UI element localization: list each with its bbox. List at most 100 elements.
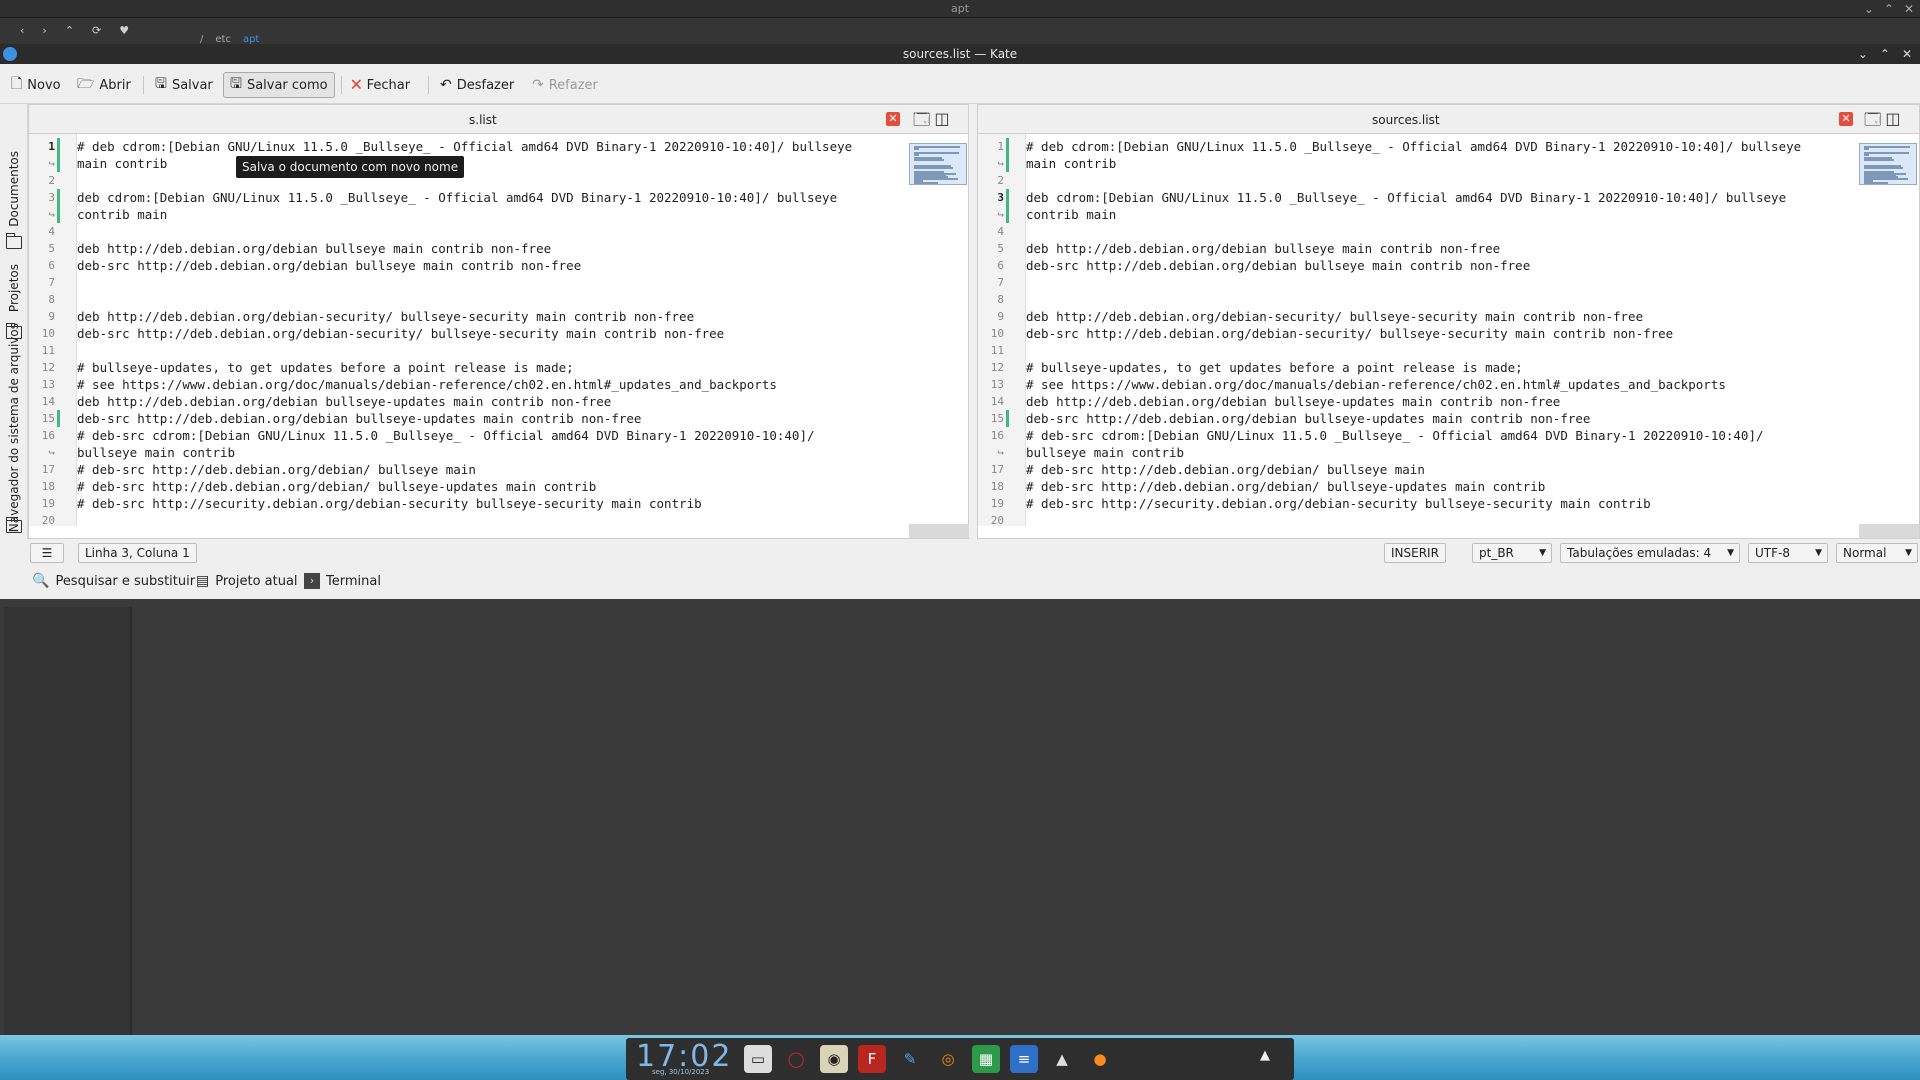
save-as-button[interactable]: 🖫 Salvar como xyxy=(223,72,335,98)
reload-icon[interactable]: ⟳ xyxy=(92,24,101,37)
split-view-icon[interactable]: ◫ xyxy=(934,109,949,136)
sidebar-toggle-icon[interactable]: ☰ xyxy=(30,543,64,563)
code-line[interactable]: deb-src http://deb.debian.org/debian bul… xyxy=(77,257,581,274)
project-icon: ▤ xyxy=(196,573,210,589)
up-icon[interactable]: ⌃ xyxy=(65,24,74,37)
minimize-icon[interactable]: ⌄ xyxy=(1858,44,1868,64)
opera-icon[interactable]: ◯ xyxy=(782,1045,810,1073)
code-line[interactable]: # see https://www.debian.org/doc/manuals… xyxy=(77,376,777,393)
firefox-icon[interactable]: ● xyxy=(1086,1045,1114,1073)
open-button[interactable]: 🗁 Abrir xyxy=(70,72,138,98)
code-line[interactable]: deb http://deb.debian.org/debian-securit… xyxy=(1026,308,1643,325)
chevron-up-icon[interactable]: ▲ xyxy=(1260,1048,1270,1063)
tab-sources-list-right[interactable]: sources.list xyxy=(1372,113,1440,127)
tool-view-bar: 🔍 Pesquisar e substituir ▤ Projeto atual… xyxy=(28,566,1920,599)
maximize-icon[interactable]: ⌃ xyxy=(1880,44,1890,64)
input-mode[interactable]: INSERIR xyxy=(1384,543,1446,563)
close-icon[interactable]: ✕ xyxy=(1904,0,1914,18)
code-line[interactable]: # deb-src http://security.debian.org/deb… xyxy=(1026,495,1651,512)
close-icon[interactable]: ✕ xyxy=(1902,44,1912,64)
scrollbar-right[interactable] xyxy=(1859,524,1919,538)
maximize-icon[interactable]: ⌃ xyxy=(1884,0,1894,18)
code-line[interactable]: deb cdrom:[Debian GNU/Linux 11.5.0 _Bull… xyxy=(1026,189,1786,206)
scrollbar-left[interactable] xyxy=(909,524,969,538)
background-window-title: apt xyxy=(950,2,970,15)
code-line[interactable]: # deb-src http://deb.debian.org/debian/ … xyxy=(77,478,596,495)
document-icon[interactable]: ≡ xyxy=(1010,1045,1038,1073)
minimap-line xyxy=(1864,159,1895,162)
clock-date: seg, 30/10/2023 xyxy=(652,1068,710,1076)
sidebar-tab-projects[interactable]: Projetos xyxy=(2,256,26,320)
chevron-down-icon: ▼ xyxy=(1905,548,1912,558)
current-project-button[interactable]: ▤ Projeto atual xyxy=(196,573,298,589)
code-line[interactable]: deb-src http://deb.debian.org/debian-sec… xyxy=(77,325,724,342)
bookmark-icon[interactable]: ♥ xyxy=(119,24,129,37)
split-view-icon[interactable]: ◫ xyxy=(1885,109,1900,136)
minimap-line xyxy=(914,166,953,169)
code-line[interactable]: # see https://www.debian.org/doc/manuals… xyxy=(1026,376,1726,393)
close-button[interactable]: 🗙 Fechar xyxy=(344,72,417,98)
code-area-left[interactable]: # deb cdrom:[Debian GNU/Linux 11.5.0 _Bu… xyxy=(49,134,906,526)
spreadsheet-icon[interactable]: ▦ xyxy=(972,1045,1000,1073)
code-line[interactable]: main contrib xyxy=(77,155,167,172)
code-line[interactable]: # deb cdrom:[Debian GNU/Linux 11.5.0 _Bu… xyxy=(1026,138,1801,155)
code-line[interactable]: bullseye main contrib xyxy=(77,444,235,461)
code-line[interactable]: # deb cdrom:[Debian GNU/Linux 11.5.0 _Bu… xyxy=(77,138,852,155)
new-tab-icon[interactable]: 🗔 xyxy=(1864,109,1881,136)
code-line[interactable]: # deb-src http://deb.debian.org/debian/ … xyxy=(1026,478,1545,495)
language-selector[interactable]: pt_BR ▼ xyxy=(1472,543,1552,563)
kate-icon[interactable]: ✎ xyxy=(896,1045,924,1073)
code-line[interactable]: main contrib xyxy=(1026,155,1116,172)
filezilla-icon[interactable]: F xyxy=(858,1045,886,1073)
highlight-mode-selector[interactable]: Normal ▼ xyxy=(1836,543,1918,563)
encoding-selector[interactable]: UTF-8 ▼ xyxy=(1748,543,1828,563)
search-replace-button[interactable]: 🔍 Pesquisar e substituir xyxy=(32,573,195,589)
speaker-icon[interactable]: ◉ xyxy=(820,1045,848,1073)
code-line[interactable]: # bullseye-updates, to get updates befor… xyxy=(77,359,574,376)
code-line[interactable]: # deb-src http://deb.debian.org/debian/ … xyxy=(77,461,476,478)
code-line[interactable]: deb-src http://deb.debian.org/debian bul… xyxy=(1026,257,1530,274)
redo-button[interactable]: ↷ Refazer xyxy=(525,72,605,98)
code-line[interactable]: # deb-src http://deb.debian.org/debian/ … xyxy=(1026,461,1425,478)
cursor-position[interactable]: Linha 3, Coluna 1 xyxy=(78,543,197,563)
indentation-selector[interactable]: Tabulações emuladas: 4 ▼ xyxy=(1560,543,1740,563)
minimap-right[interactable] xyxy=(1859,143,1917,185)
code-line[interactable]: deb http://deb.debian.org/debian bullsey… xyxy=(77,240,551,257)
undo-button[interactable]: ↶ Desfazer xyxy=(433,72,521,98)
inkscape-icon[interactable]: ▲ xyxy=(1048,1045,1076,1073)
sidebar-tab-documents[interactable]: Documentos xyxy=(2,148,26,230)
code-line[interactable]: deb http://deb.debian.org/debian bullsey… xyxy=(1026,393,1560,410)
code-line[interactable]: # deb-src http://security.debian.org/deb… xyxy=(77,495,702,512)
forward-icon[interactable]: › xyxy=(42,24,46,37)
code-line[interactable]: deb-src http://deb.debian.org/debian bul… xyxy=(77,410,641,427)
code-line[interactable]: # deb-src cdrom:[Debian GNU/Linux 11.5.0… xyxy=(77,427,815,444)
save-icon: 🖫 xyxy=(155,76,167,92)
code-line[interactable]: contrib main xyxy=(1026,206,1116,223)
code-line[interactable]: # deb-src cdrom:[Debian GNU/Linux 11.5.0… xyxy=(1026,427,1764,444)
minimap-left[interactable] xyxy=(909,143,967,185)
code-line[interactable]: contrib main xyxy=(77,206,167,223)
code-line[interactable]: bullseye main contrib xyxy=(1026,444,1184,461)
code-line[interactable]: deb http://deb.debian.org/debian-securit… xyxy=(77,308,694,325)
save-button[interactable]: 🖫 Salvar xyxy=(148,72,220,98)
tab-sources-list-left[interactable]: s.list xyxy=(469,113,497,127)
background-window-titlebar: apt ⌄ ⌃ ✕ xyxy=(0,0,1920,18)
terminal-button[interactable]: › Terminal xyxy=(304,573,381,589)
sidebar-tab-filesystem-browser[interactable]: Navegador do sistema de arquivos xyxy=(2,323,26,532)
blender-icon[interactable]: ◎ xyxy=(934,1045,962,1073)
code-line[interactable]: # bullseye-updates, to get updates befor… xyxy=(1026,359,1523,376)
code-line[interactable]: deb cdrom:[Debian GNU/Linux 11.5.0 _Bull… xyxy=(77,189,837,206)
code-area-right[interactable]: # deb cdrom:[Debian GNU/Linux 11.5.0 _Bu… xyxy=(998,134,1857,526)
new-button[interactable]: 🗋 Novo xyxy=(4,72,68,98)
code-line[interactable]: deb-src http://deb.debian.org/debian-sec… xyxy=(1026,325,1673,342)
terminal-icon[interactable]: ▭ xyxy=(744,1045,772,1073)
close-tab-icon[interactable]: ✕ xyxy=(1839,112,1853,126)
back-icon[interactable]: ‹ xyxy=(20,24,24,37)
redo-icon: ↷ xyxy=(532,77,544,93)
close-tab-icon[interactable]: ✕ xyxy=(886,112,900,126)
code-line[interactable]: deb-src http://deb.debian.org/debian bul… xyxy=(1026,410,1590,427)
minimize-icon[interactable]: ⌄ xyxy=(1864,0,1874,18)
new-tab-icon[interactable]: 🗔 xyxy=(913,109,930,136)
code-line[interactable]: deb http://deb.debian.org/debian bullsey… xyxy=(1026,240,1500,257)
code-line[interactable]: deb http://deb.debian.org/debian bullsey… xyxy=(77,393,611,410)
